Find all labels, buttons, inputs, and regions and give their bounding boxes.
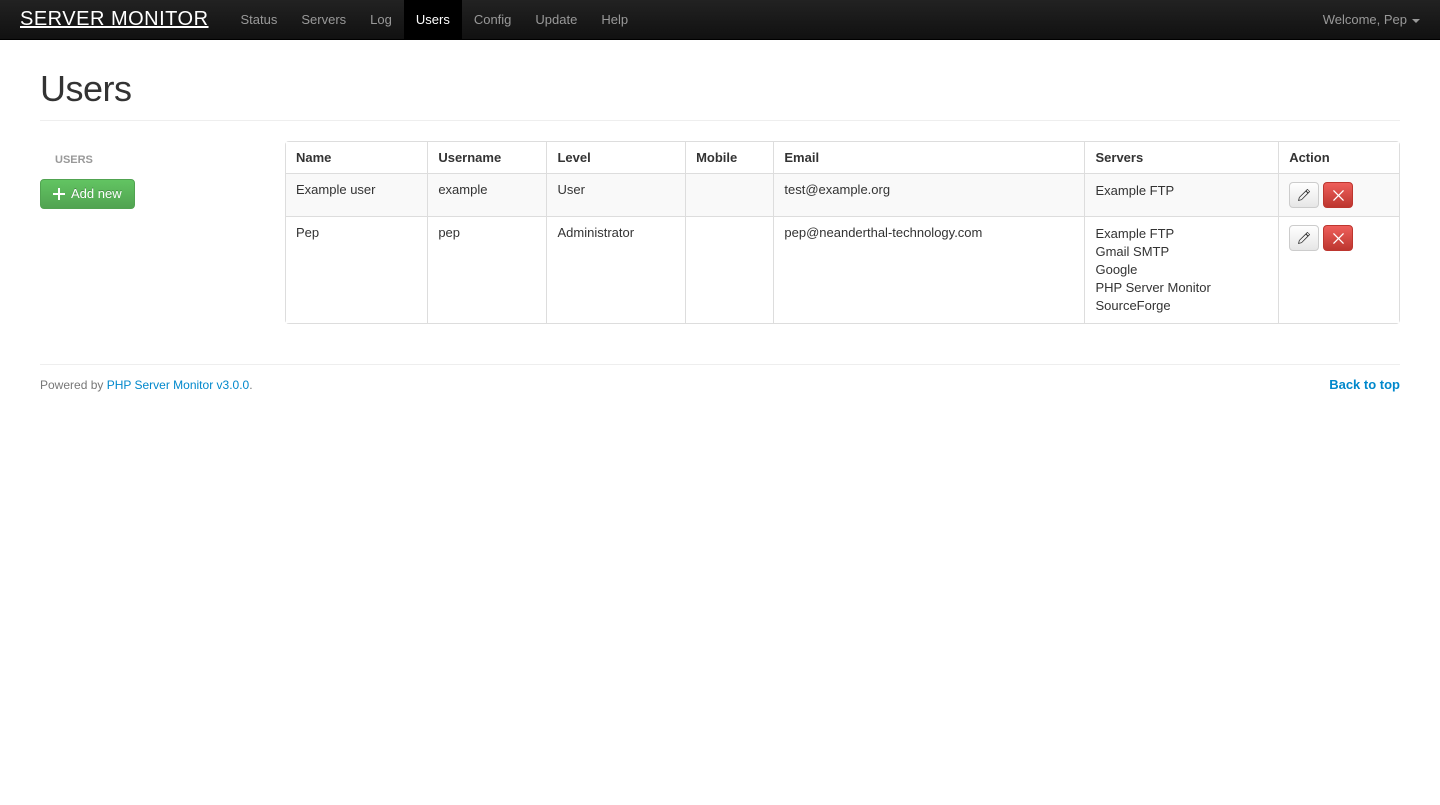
primary-nav: StatusServersLogUsersConfigUpdateHelp (229, 0, 641, 39)
brand-logo[interactable]: SERVER MONITOR (20, 8, 209, 31)
cell-mobile (685, 216, 773, 323)
col-servers: Servers (1084, 142, 1278, 173)
server-item: Gmail SMTP (1095, 243, 1268, 261)
pencil-icon (1298, 232, 1310, 244)
navbar-right: Welcome, Pep (1323, 12, 1420, 27)
server-item: Example FTP (1095, 182, 1268, 200)
add-new-button[interactable]: Add new (40, 179, 135, 209)
nav-link[interactable]: Servers (289, 0, 358, 40)
plus-icon (53, 188, 65, 200)
nav-link[interactable]: Users (404, 0, 462, 40)
cell-username: pep (427, 216, 546, 323)
sidebar-header: USERS (40, 151, 265, 169)
top-navbar: SERVER MONITOR StatusServersLogUsersConf… (0, 0, 1440, 40)
nav-link[interactable]: Help (589, 0, 640, 40)
cell-mobile (685, 173, 773, 216)
col-action: Action (1278, 142, 1399, 173)
page-header: Users (40, 40, 1400, 121)
col-name: Name (286, 142, 427, 173)
col-email: Email (773, 142, 1084, 173)
users-table: Name Username Level Mobile Email Servers… (285, 141, 1400, 324)
server-item: Google (1095, 261, 1268, 279)
nav-item-help[interactable]: Help (589, 0, 640, 39)
col-level: Level (546, 142, 685, 173)
nav-link[interactable]: Update (523, 0, 589, 40)
cell-email: test@example.org (773, 173, 1084, 216)
cell-servers: Example FTPGmail SMTPGooglePHP Server Mo… (1084, 216, 1278, 323)
sidebar: USERS Add new (40, 141, 265, 324)
server-item: Example FTP (1095, 225, 1268, 243)
nav-item-users[interactable]: Users (404, 0, 462, 39)
footer-link[interactable]: PHP Server Monitor v3.0.0 (107, 378, 250, 392)
server-item: PHP Server Monitor (1095, 279, 1268, 297)
delete-button[interactable] (1323, 182, 1353, 208)
delete-button[interactable] (1323, 225, 1353, 251)
add-new-label: Add new (71, 185, 122, 203)
nav-item-log[interactable]: Log (358, 0, 404, 39)
close-icon (1333, 190, 1344, 201)
close-icon (1333, 233, 1344, 244)
nav-item-servers[interactable]: Servers (289, 0, 358, 39)
cell-level: Administrator (546, 216, 685, 323)
nav-item-update[interactable]: Update (523, 0, 589, 39)
cell-level: User (546, 173, 685, 216)
edit-button[interactable] (1289, 182, 1319, 208)
cell-email: pep@neanderthal-technology.com (773, 216, 1084, 323)
chevron-down-icon (1412, 19, 1420, 23)
page-title: Users (40, 68, 1400, 110)
server-item: SourceForge (1095, 297, 1268, 315)
user-menu[interactable]: Welcome, Pep (1323, 12, 1420, 27)
content-area: Name Username Level Mobile Email Servers… (285, 141, 1400, 324)
cell-actions (1278, 216, 1399, 323)
nav-item-config[interactable]: Config (462, 0, 524, 39)
pencil-icon (1298, 189, 1310, 201)
cell-actions (1278, 173, 1399, 216)
col-username: Username (427, 142, 546, 173)
cell-name: Example user (286, 173, 427, 216)
cell-servers: Example FTP (1084, 173, 1278, 216)
cell-username: example (427, 173, 546, 216)
nav-link[interactable]: Status (229, 0, 290, 40)
nav-item-status[interactable]: Status (229, 0, 290, 39)
edit-button[interactable] (1289, 225, 1319, 251)
table-row: PeppepAdministrator pep@neanderthal-techn… (286, 216, 1399, 323)
cell-name: Pep (286, 216, 427, 323)
footer: Powered by PHP Server Monitor v3.0.0. Ba… (40, 364, 1400, 412)
welcome-label: Welcome, Pep (1323, 12, 1407, 27)
nav-link[interactable]: Config (462, 0, 524, 40)
col-mobile: Mobile (685, 142, 773, 173)
back-to-top-link[interactable]: Back to top (1329, 377, 1400, 392)
footer-powered-by: Powered by PHP Server Monitor v3.0.0. (40, 378, 253, 392)
nav-link[interactable]: Log (358, 0, 404, 40)
table-row: Example userexampleUser test@example.org E… (286, 173, 1399, 216)
